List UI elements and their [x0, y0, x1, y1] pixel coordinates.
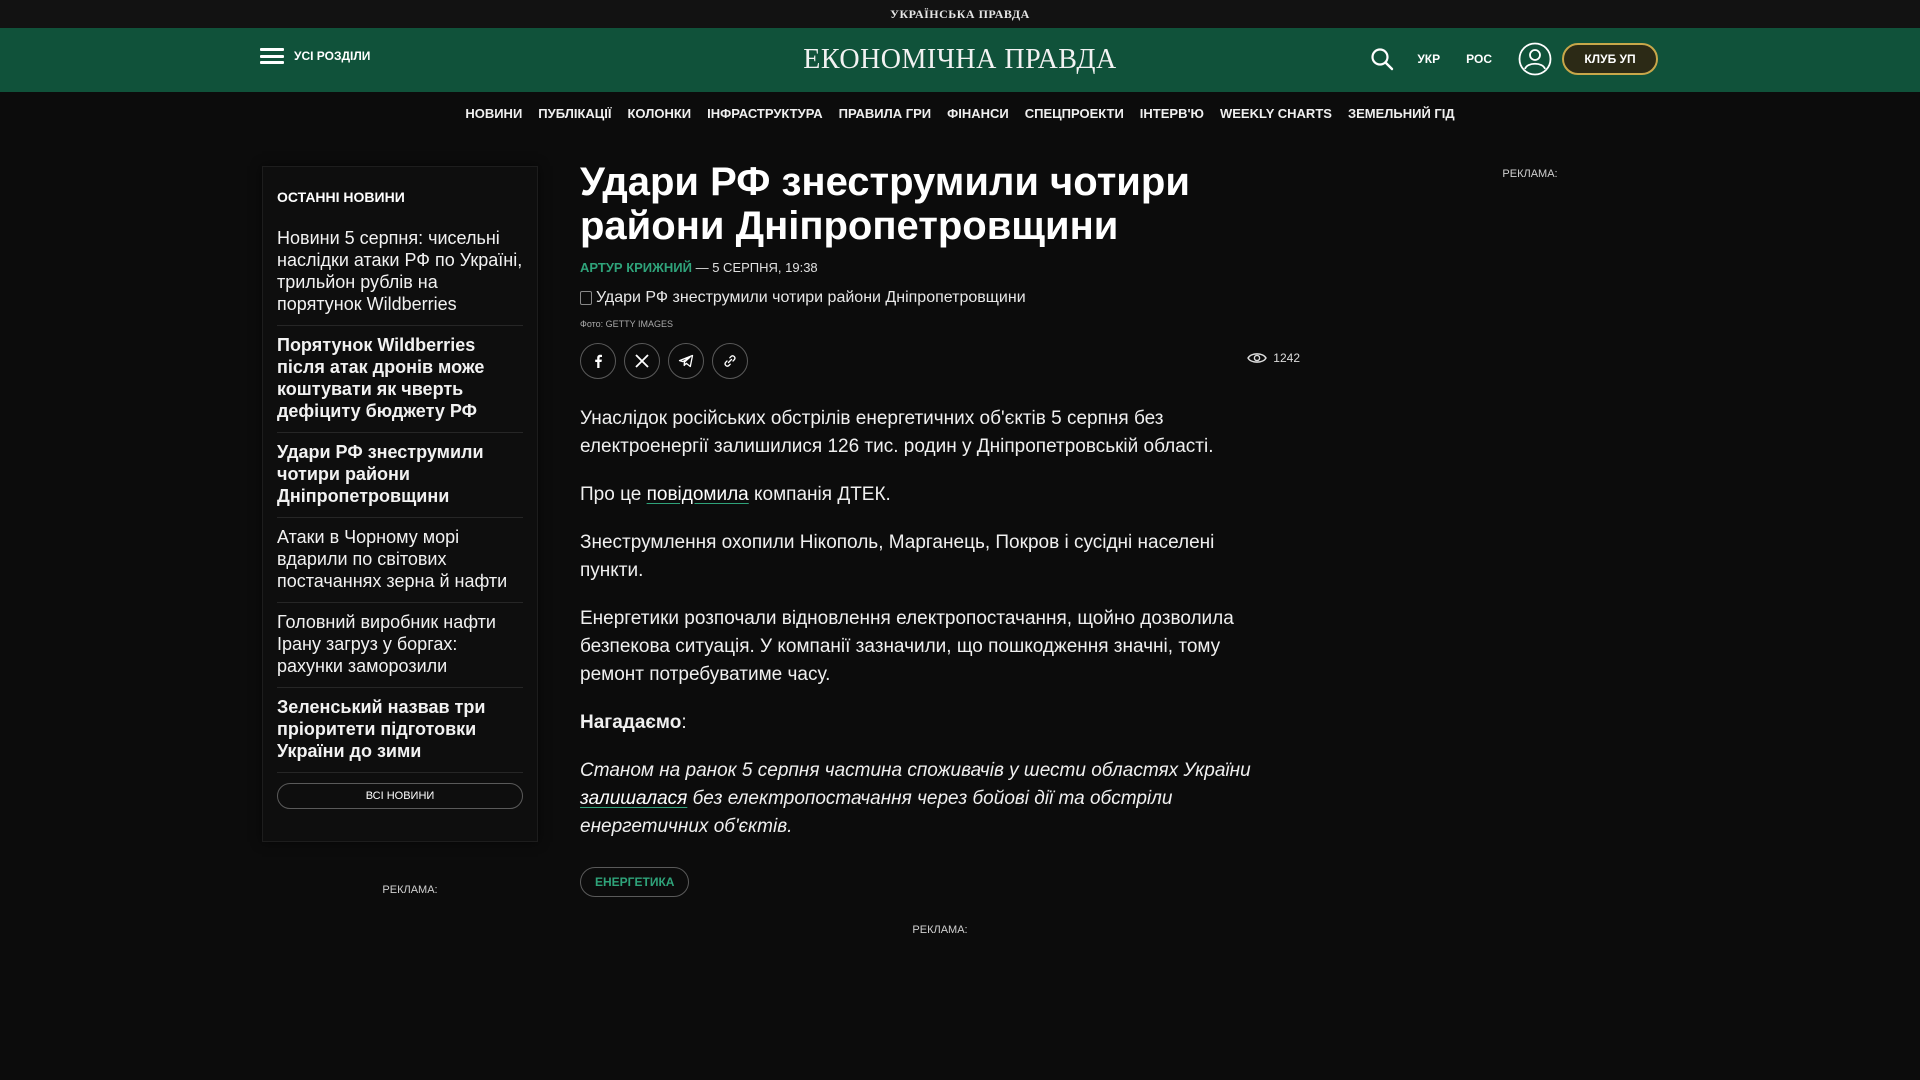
nav-item-weekly-charts[interactable]: WEEKLY CHARTS — [1220, 106, 1332, 121]
main-nav: НОВИНИ ПУБЛІКАЦІЇ КОЛОНКИ ІНФРАСТРУКТУРА… — [0, 92, 1920, 134]
nav-item-rules[interactable]: ПРАВИЛА ГРИ — [839, 106, 932, 121]
ad-label-right: РЕКЛАМА: — [1502, 168, 1558, 180]
club-up-button[interactable]: КЛУБ УП — [1562, 43, 1658, 75]
views-counter: 1242 — [1247, 351, 1300, 365]
source-link[interactable]: повідомила — [647, 484, 749, 505]
paragraph: Станом на ранок 5 серпня частина спожива… — [580, 757, 1280, 841]
image-alt-text: Удари РФ знеструмили чотири райони Дніпр… — [596, 289, 1026, 306]
views-count: 1242 — [1273, 351, 1300, 365]
nav-item-interview[interactable]: ІНТЕРВ'Ю — [1140, 106, 1204, 121]
article-image: Удари РФ знеструмили чотири райони Дніпр… — [580, 289, 1310, 307]
article: Удари РФ знеструмили чотири райони Дніпр… — [580, 160, 1310, 897]
paragraph: Нагадаємо: — [580, 709, 1280, 737]
nav-item-land-guide[interactable]: ЗЕМЕЛЬНИЙ ГІД — [1348, 106, 1455, 121]
article-body: Унаслідок російських обстрілів енергетич… — [580, 405, 1310, 841]
eye-icon — [1247, 353, 1268, 363]
lang-ukr-link[interactable]: УКР — [1417, 52, 1440, 66]
nav-item-publications[interactable]: ПУБЛІКАЦІЇ — [538, 106, 611, 121]
lang-ros-link[interactable]: РОС — [1466, 52, 1492, 66]
top-strip: УКРАЇНСЬКА ПРАВДА — [0, 0, 1920, 28]
news-item[interactable]: Атаки в Чорному морі вдарили по світових… — [277, 518, 523, 603]
reminder-label: Нагадаємо — [580, 712, 682, 733]
paragraph: Енергетики розпочали відновлення електро… — [580, 608, 1234, 685]
news-item[interactable]: Головний виробник нафти Ірану загруз у б… — [277, 603, 523, 688]
related-link[interactable]: залишалася — [580, 788, 687, 809]
nav-item-infrastructure[interactable]: ІНФРАСТРУКТУРА — [707, 106, 822, 121]
news-item[interactable]: Порятунок Wildberries після атак дронів … — [277, 326, 523, 433]
all-news-button[interactable]: ВСІ НОВИНИ — [277, 783, 523, 809]
paragraph: Знеструмлення охопили Нікополь, Марганец… — [580, 532, 1215, 581]
text-span: компанія ДТЕК. — [748, 484, 891, 505]
share-x-button[interactable] — [624, 343, 660, 379]
nav-item-columns[interactable]: КОЛОНКИ — [628, 106, 692, 121]
search-icon[interactable] — [1369, 46, 1395, 72]
facebook-icon — [595, 354, 602, 368]
header-actions: УКР РОС КЛУБ УП — [1369, 42, 1658, 76]
latest-news-sidebar: ОСТАННІ НОВИНИ Новини 5 серпня: чисельні… — [262, 166, 538, 842]
latest-news-heading: ОСТАННІ НОВИНИ — [277, 189, 405, 205]
site-header: УСІ РОЗДІЛИ ЕКОНОМІЧНА ПРАВДА УКР РОС КЛ… — [0, 28, 1920, 92]
share-bar: 1242 — [580, 343, 1300, 379]
publish-date: — 5 СЕРПНЯ, 19:38 — [691, 260, 818, 275]
byline: АРТУР КРИЖНИЙ — 5 СЕРПНЯ, 19:38 — [580, 260, 1310, 275]
up-brand-link[interactable]: УКРАЇНСЬКА ПРАВДА — [890, 7, 1030, 22]
news-item[interactable]: Удари РФ знеструмили чотири райони Дніпр… — [277, 433, 523, 518]
paragraph: Унаслідок російських обстрілів енергетич… — [580, 408, 1214, 457]
text-span: Про це — [580, 484, 647, 505]
share-telegram-button[interactable] — [668, 343, 704, 379]
user-icon[interactable] — [1518, 42, 1552, 76]
ad-label-bottom: РЕКЛАМА: — [912, 924, 968, 936]
nav-item-finance[interactable]: ФІНАНСИ — [947, 106, 1009, 121]
text-span: Станом на ранок 5 серпня частина спожива… — [580, 760, 1251, 781]
paragraph: Про це повідомила компанія ДТЕК. — [580, 481, 1280, 509]
nav-item-special-projects[interactable]: СПЕЦПРОЕКТИ — [1025, 106, 1124, 121]
link-icon — [724, 355, 736, 367]
telegram-icon — [678, 354, 694, 368]
news-item[interactable]: Новини 5 серпня: чисельні наслідки атаки… — [277, 219, 523, 326]
nav-item-news[interactable]: НОВИНИ — [465, 106, 522, 121]
copy-link-button[interactable] — [712, 343, 748, 379]
x-icon — [635, 354, 649, 368]
author-link[interactable]: АРТУР КРИЖНИЙ — [580, 260, 692, 275]
broken-image-icon — [580, 291, 592, 305]
share-facebook-button[interactable] — [580, 343, 616, 379]
text-span: : — [681, 712, 687, 733]
news-item[interactable]: Зеленський назвав три пріоритети підгото… — [277, 688, 523, 773]
article-title: Удари РФ знеструмили чотири райони Дніпр… — [580, 160, 1190, 248]
ad-label-left: РЕКЛАМА: — [382, 884, 438, 896]
photo-credit: Фото: GETTY IMAGES — [580, 319, 674, 329]
tag-energy[interactable]: ЕНЕРГЕТИКА — [580, 867, 690, 897]
